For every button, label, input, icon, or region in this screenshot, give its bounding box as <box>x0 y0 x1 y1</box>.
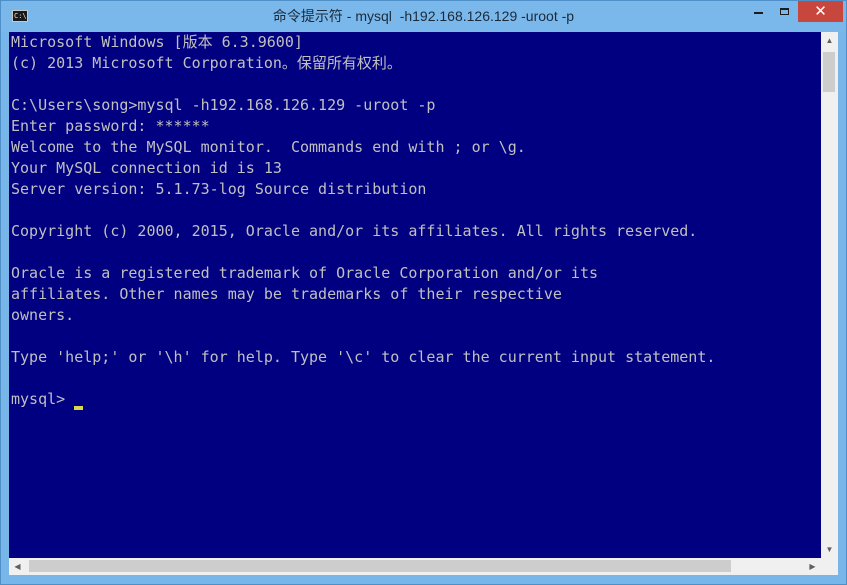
window-title: 命令提示符 - mysql -h192.168.126.129 -uroot -… <box>272 8 575 24</box>
close-icon: ✕ <box>814 3 827 20</box>
scrollbar-corner <box>821 558 838 575</box>
maximize-button[interactable] <box>771 1 797 22</box>
console-window: C:\ 命令提示符 - mysql -h192.168.126.129 -uro… <box>0 0 847 585</box>
console-output[interactable]: Microsoft Windows [版本 6.3.9600] (c) 2013… <box>9 32 821 558</box>
console-line: Type 'help;' or '\h' for help. Type '\c'… <box>11 348 716 366</box>
close-button[interactable]: ✕ <box>798 1 843 22</box>
vertical-scrollbar[interactable]: ▲ ▼ <box>821 32 838 558</box>
title-bar[interactable]: C:\ 命令提示符 - mysql -h192.168.126.129 -uro… <box>1 1 846 32</box>
scroll-left-icon[interactable]: ◀ <box>9 558 26 575</box>
horizontal-scroll-thumb[interactable] <box>29 560 731 572</box>
console-line: C:\Users\song>mysql -h192.168.126.129 -u… <box>11 96 436 114</box>
console-line: Copyright (c) 2000, 2015, Oracle and/or … <box>11 222 698 240</box>
scroll-up-icon[interactable]: ▲ <box>821 32 838 49</box>
console-line: Your MySQL connection id is 13 <box>11 159 282 177</box>
scroll-right-icon[interactable]: ▶ <box>804 558 821 575</box>
maximize-icon <box>779 8 789 15</box>
scroll-down-icon[interactable]: ▼ <box>821 541 838 558</box>
console-line: Oracle is a registered trademark of Orac… <box>11 264 598 282</box>
minimize-button[interactable] <box>745 1 771 22</box>
console-line: Server version: 5.1.73-log Source distri… <box>11 180 427 198</box>
console-line: affiliates. Other names may be trademark… <box>11 285 562 303</box>
console-line: Microsoft Windows [版本 6.3.9600] <box>11 33 303 51</box>
console-line: Enter password: ****** <box>11 117 210 135</box>
horizontal-scrollbar[interactable]: ◀ ▶ <box>9 558 821 575</box>
text-cursor <box>74 406 83 410</box>
console-line: (c) 2013 Microsoft Corporation。保留所有权利。 <box>11 54 402 72</box>
console-line: owners. <box>11 306 75 324</box>
console-text: Microsoft Windows [版本 6.3.9600] (c) 2013… <box>11 32 715 410</box>
minimize-icon <box>753 12 763 14</box>
console-line: mysql> <box>11 390 75 408</box>
console-line: Welcome to the MySQL monitor. Commands e… <box>11 138 526 156</box>
vertical-scroll-thumb[interactable] <box>823 52 835 92</box>
